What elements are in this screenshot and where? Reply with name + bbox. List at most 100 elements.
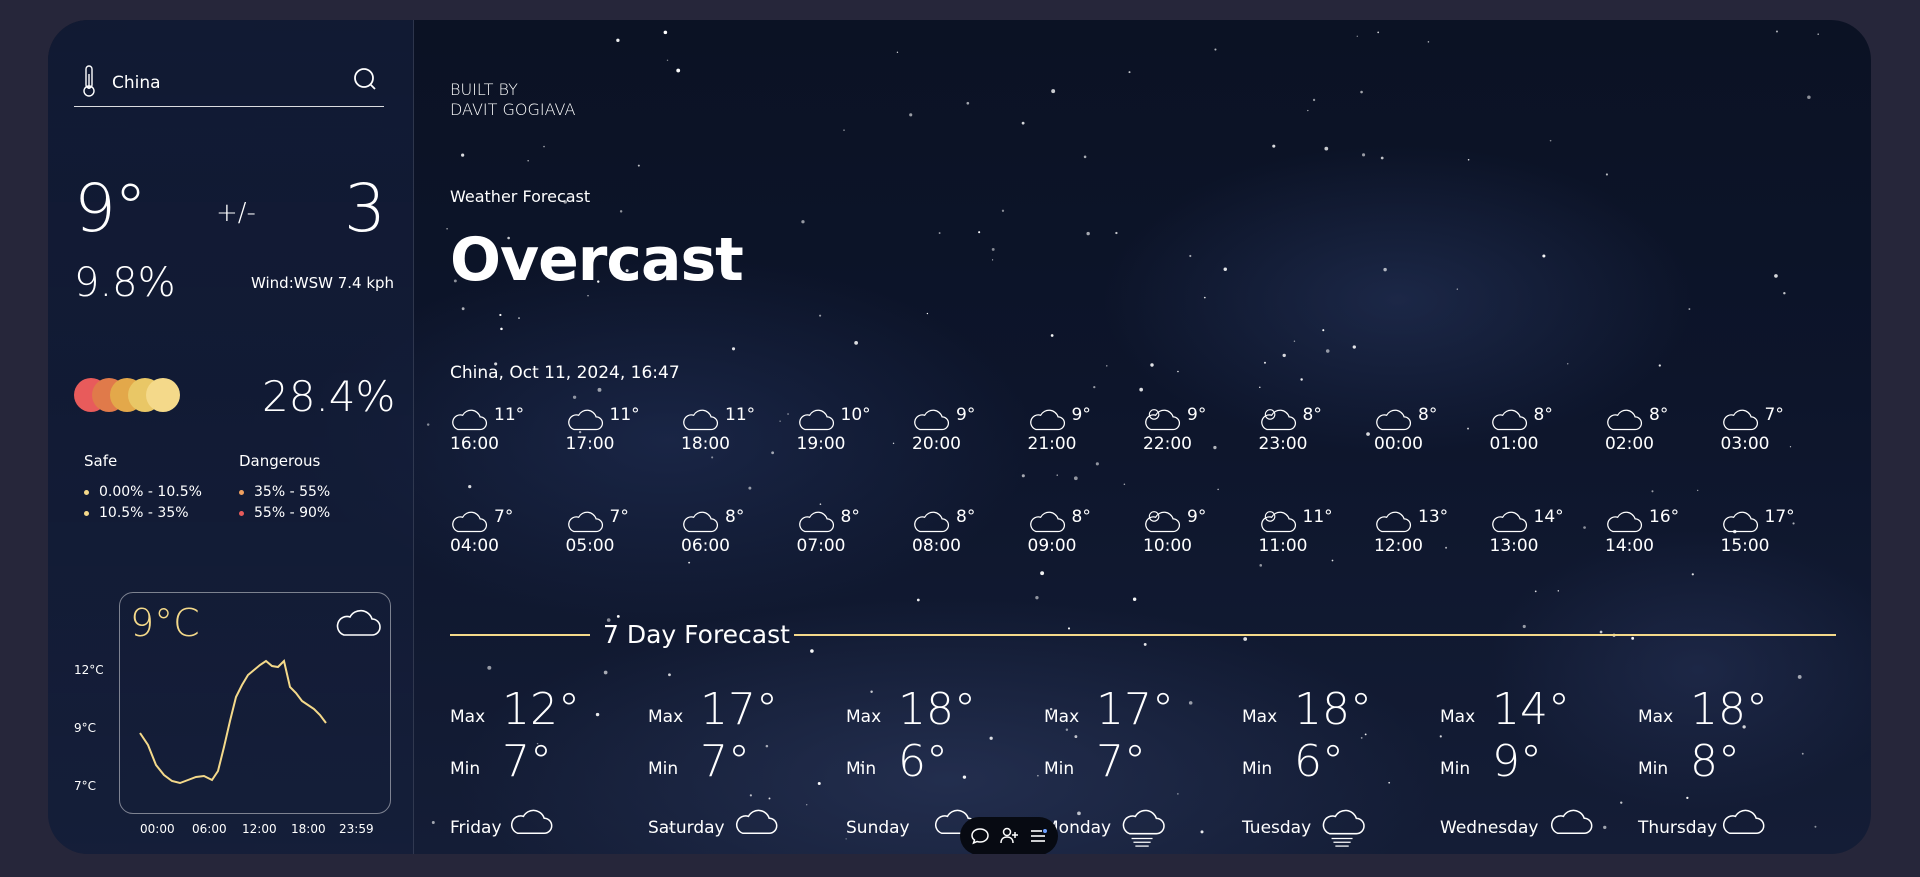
chart-y-tick: 12°C xyxy=(74,663,104,677)
day-name: Wednesday xyxy=(1440,818,1539,838)
star xyxy=(1040,571,1045,576)
star xyxy=(597,387,602,392)
hourly-temp: 10° xyxy=(840,405,871,425)
hourly-time: 04:00 xyxy=(450,536,499,556)
star xyxy=(666,59,669,62)
star xyxy=(1106,365,1108,367)
star xyxy=(1377,31,1380,34)
star xyxy=(966,101,970,105)
star xyxy=(1312,98,1316,102)
star xyxy=(668,673,671,677)
max-label: Max xyxy=(1638,707,1674,727)
plus-minus-sign: +/- xyxy=(216,198,256,228)
max-temp: 12° xyxy=(502,684,580,735)
min-label: Min xyxy=(1242,759,1273,779)
day-name: Friday xyxy=(450,818,502,838)
seven-day-divider: 7 Day Forecast xyxy=(450,620,1836,649)
star xyxy=(527,160,529,162)
star xyxy=(1427,41,1430,43)
star xyxy=(991,247,995,251)
star xyxy=(1783,291,1786,295)
star xyxy=(461,307,465,311)
hourly-temp: 11° xyxy=(494,405,525,425)
day-forecast: Max 12° Min 7° Friday xyxy=(450,684,640,854)
star xyxy=(1356,35,1358,37)
search-input[interactable] xyxy=(110,68,334,98)
star xyxy=(843,129,845,131)
star xyxy=(1128,71,1131,74)
legend-row: 35% - 55% xyxy=(239,484,330,500)
temperature-line xyxy=(139,659,327,785)
star xyxy=(1300,378,1303,381)
star xyxy=(1223,267,1227,272)
star xyxy=(991,259,994,261)
hourly-time: 10:00 xyxy=(1143,536,1192,556)
add-user-icon[interactable] xyxy=(999,826,1019,846)
cloud-icon xyxy=(452,409,488,431)
legend-range: 10.5% - 35% xyxy=(99,505,189,521)
hourly-temp: 11° xyxy=(725,405,756,425)
max-temp: 17° xyxy=(700,684,778,735)
hourly-temp: 9° xyxy=(1187,405,1207,425)
sidebar: 9° +/- 3 9.8% Wind:WSW 7.4 kph 28.4% Saf… xyxy=(48,20,414,854)
hourly-time: 03:00 xyxy=(1720,434,1770,454)
star xyxy=(1331,559,1334,562)
cloud-icon xyxy=(1376,511,1412,533)
star xyxy=(1775,30,1779,33)
partly-cloudy-day-icon xyxy=(1145,511,1181,533)
min-label: Min xyxy=(450,759,481,779)
min-label: Min xyxy=(1440,759,1471,779)
max-label: Max xyxy=(450,707,486,727)
min-label: Min xyxy=(1044,759,1075,779)
star xyxy=(1095,462,1099,466)
hourly-time: 05:00 xyxy=(565,536,615,556)
hourly-temp: 7° xyxy=(1764,405,1784,425)
search-bar xyxy=(74,60,384,107)
star xyxy=(1217,488,1219,491)
max-temp: 14° xyxy=(1492,684,1570,735)
star xyxy=(892,442,895,445)
min-temp: 6° xyxy=(898,736,948,787)
max-temp: 18° xyxy=(898,684,976,735)
star xyxy=(499,313,502,317)
hourly-temp: 9° xyxy=(956,405,976,425)
star xyxy=(1534,590,1537,593)
air-quality-circle xyxy=(146,378,180,412)
hourly-temp: 11° xyxy=(1302,507,1333,527)
star xyxy=(771,451,775,455)
partly-cloudy-night-icon xyxy=(1145,409,1181,431)
divider-line xyxy=(450,634,590,636)
air-quality-percent: 28.4% xyxy=(262,372,396,421)
chat-bubble-icon[interactable] xyxy=(970,826,990,846)
star xyxy=(1557,590,1560,592)
search-icon[interactable] xyxy=(352,66,378,92)
max-temp: 17° xyxy=(1096,684,1174,735)
star xyxy=(711,456,714,459)
star xyxy=(1324,146,1329,151)
hourly-time: 09:00 xyxy=(1027,536,1077,556)
star xyxy=(1307,109,1309,112)
star xyxy=(748,486,752,490)
cloud-icon xyxy=(452,511,488,533)
hourly-time: 06:00 xyxy=(681,536,730,556)
menu-list-icon[interactable] xyxy=(1028,826,1048,846)
star xyxy=(676,68,681,73)
min-temp: 7° xyxy=(700,736,750,787)
day-name: Saturday xyxy=(648,818,725,838)
star xyxy=(1797,675,1802,679)
cloud-icon xyxy=(1491,409,1527,431)
thermometer-icon xyxy=(83,65,95,97)
cloud-icon xyxy=(914,409,950,431)
star xyxy=(587,295,589,297)
legend-range: 0.00% - 10.5% xyxy=(99,484,202,500)
star xyxy=(787,413,789,415)
star xyxy=(1177,370,1179,373)
safe-legend-title: Safe xyxy=(84,452,118,470)
hourly-time: 00:00 xyxy=(1374,434,1423,454)
hourly-time: 23:00 xyxy=(1258,434,1308,454)
cloud-icon xyxy=(1607,511,1643,533)
star xyxy=(619,210,623,213)
star xyxy=(916,598,920,602)
chart-x-tick: 18:00 xyxy=(291,822,326,836)
min-label: Min xyxy=(648,759,679,779)
